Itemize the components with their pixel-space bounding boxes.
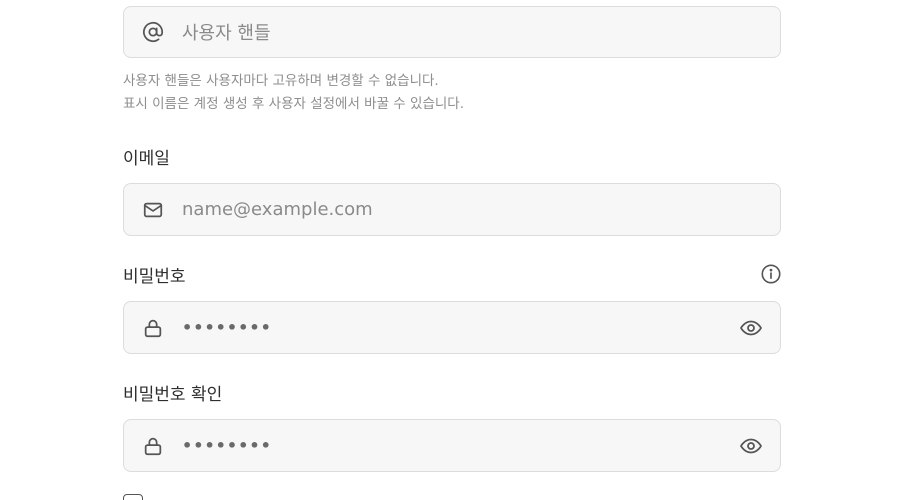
info-icon[interactable] — [760, 263, 782, 285]
handle-help-text: 사용자 핸들은 사용자마다 고유하며 변경할 수 없습니다. 표시 이름은 계정… — [123, 70, 464, 116]
password-confirm-input[interactable]: •••••••• — [123, 419, 781, 472]
handle-help-line-1: 사용자 핸들은 사용자마다 고유하며 변경할 수 없습니다. — [123, 73, 439, 89]
at-sign-icon — [124, 7, 182, 57]
handle-placeholder: 사용자 핸들 — [182, 23, 271, 44]
lock-icon — [124, 302, 182, 353]
signup-form: 사용자 핸들 사용자 핸들은 사용자마다 고유하며 변경할 수 없습니다. 표시… — [0, 0, 900, 500]
lock-icon — [124, 420, 182, 471]
email-input[interactable]: name@example.com — [123, 183, 781, 236]
handle-input[interactable]: 사용자 핸들 — [123, 6, 781, 58]
handle-help-line-2: 표시 이름은 계정 생성 후 사용자 설정에서 바꿀 수 있습니다. — [123, 96, 464, 112]
email-placeholder: name@example.com — [182, 199, 373, 220]
eye-icon[interactable] — [722, 420, 780, 471]
mail-icon — [124, 184, 182, 235]
password-confirm-label: 비밀번호 확인 — [123, 385, 223, 405]
password-confirm-value: •••••••• — [182, 436, 272, 455]
email-label: 이메일 — [123, 149, 170, 169]
eye-icon[interactable] — [722, 302, 780, 353]
terms-checkbox[interactable] — [123, 494, 143, 500]
password-value: •••••••• — [182, 318, 272, 337]
password-input[interactable]: •••••••• — [123, 301, 781, 354]
password-label: 비밀번호 — [123, 267, 186, 287]
